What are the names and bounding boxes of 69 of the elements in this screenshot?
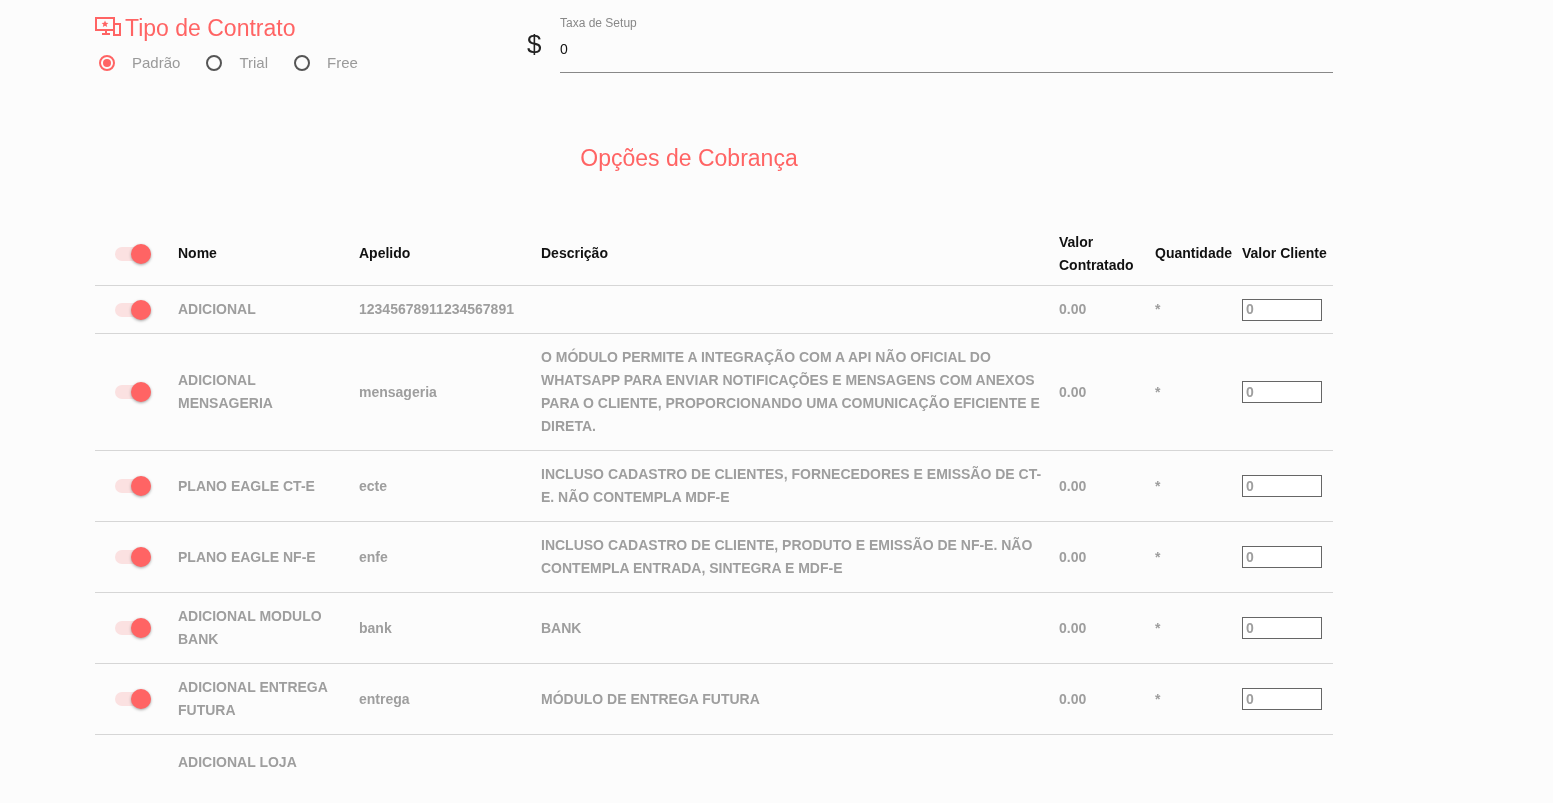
table-cell-text: ADICIONAL MODULO BANK (178, 607, 323, 649)
currency-symbol: $ (526, 29, 543, 60)
field-label: Taxa de Setup (560, 16, 637, 30)
table-cell-text: O MÓDULO PERMITE A INTEGRAÇÃO COM A API NÃO OFICIAL DO WHATSAPP PARA ENVIAR NOTIFICAÇÕES E MENSAGENS COM ANEXOS PARA O CLIENTE, PROPORCIONANDO UMA COMUNICAÇÃO EFICIENTE E DIRETA. (541, 347, 1041, 436)
monitor-star-icon (95, 17, 121, 39)
table-cell-text: ecte (359, 476, 388, 496)
client-value-input[interactable]: 0 (1242, 617, 1322, 639)
table-cell-text: MÓDULO DE ENTREGA FUTURA (541, 689, 760, 709)
table-cell-text: BANK (541, 618, 582, 638)
toggle-knob[interactable] (131, 299, 151, 320)
quantity-text: * (1155, 476, 1161, 496)
client-value-input[interactable]: 0 (1242, 298, 1322, 321)
table-cell-text: 0.00 (1059, 689, 1087, 709)
quantity-text: * (1155, 689, 1161, 709)
table-cell-text: PLANO EAGLE NF-E (178, 547, 316, 567)
table-cell-text: bank (359, 618, 392, 638)
table-cell-text: entrega (359, 689, 410, 709)
table-cell-text: 0.00 (1059, 382, 1087, 402)
section-title: Tipo de Contrato (125, 14, 296, 42)
column-header: Quantidade (1155, 244, 1232, 263)
table-cell-text: ADICIONAL (178, 300, 256, 319)
table-cell-text: ADICIONAL MENSAGERIA (178, 371, 274, 413)
table-cell-text: 0.00 (1059, 476, 1087, 496)
table-cell-text: 12345678911234567891 (359, 300, 514, 319)
client-value-input[interactable]: 0 (1242, 475, 1322, 497)
toggle-knob[interactable] (131, 382, 151, 402)
client-value-input[interactable]: 0 (1242, 688, 1322, 710)
table-cell-text: INCLUSO CADASTRO DE CLIENTES, FORNECEDORES E EMISSÃO DE CT-E. NÃO CONTEMPLA MDF-E (541, 465, 1043, 507)
toggle-switch[interactable] (115, 479, 151, 493)
quantity-text: * (1155, 382, 1161, 402)
toggle-switch[interactable] (115, 246, 151, 261)
radio-button[interactable] (206, 54, 223, 71)
table-cell-text: 0.00 (1059, 547, 1087, 567)
table-cell-text: ADICIONAL ENTREGA FUTURA (178, 678, 329, 720)
table-cell-text: mensageria (359, 382, 437, 402)
quantity-text: * (1155, 300, 1161, 319)
toggle-switch[interactable] (115, 550, 151, 564)
column-header: Descrição (541, 244, 608, 263)
column-header: Nome (178, 244, 217, 263)
toggle-switch[interactable] (115, 302, 151, 317)
toggle-switch[interactable] (115, 692, 151, 706)
radio-label[interactable]: Free (327, 54, 358, 71)
radio-button[interactable] (99, 54, 115, 71)
radio-label[interactable]: Padrão (132, 54, 181, 71)
toggle-knob[interactable] (131, 618, 151, 638)
setup-fee-input[interactable]: 0 (560, 41, 1333, 57)
table-cell-text: 0.00 (1059, 300, 1087, 319)
column-header: Valor Cliente (1242, 244, 1327, 263)
table-cell-text: 0.00 (1059, 618, 1087, 638)
client-value-input[interactable]: 0 (1242, 381, 1322, 403)
table-cell-text: enfe (359, 547, 388, 567)
column-header: Valor Contratado (1059, 232, 1135, 275)
toggle-switch[interactable] (115, 621, 151, 635)
toggle-knob[interactable] (131, 243, 151, 264)
toggle-switch[interactable] (115, 385, 151, 399)
table-cell-text: INCLUSO CADASTRO DE CLIENTE, PRODUTO E EMISSÃO DE NF-E. NÃO CONTEMPLA ENTRADA, SINTEGRA E MDF-E (541, 536, 1034, 578)
radio-button[interactable] (294, 54, 310, 71)
toggle-knob[interactable] (131, 689, 151, 709)
client-value-input[interactable]: 0 (1242, 546, 1322, 568)
column-header: Apelido (359, 244, 411, 263)
toggle-knob[interactable] (131, 476, 151, 496)
table-cell-text: PLANO EAGLE CT-E (178, 476, 315, 496)
setup-fee-field[interactable]: Taxa de Setup 0 (560, 13, 1333, 73)
section-heading: Opções de Cobrança (579, 145, 799, 173)
toggle-knob[interactable] (131, 547, 151, 567)
quantity-text: * (1155, 618, 1161, 638)
quantity-text: * (1155, 547, 1161, 567)
table-cell-text: ADICIONAL LOJA (178, 753, 297, 772)
radio-label[interactable]: Trial (239, 54, 268, 71)
